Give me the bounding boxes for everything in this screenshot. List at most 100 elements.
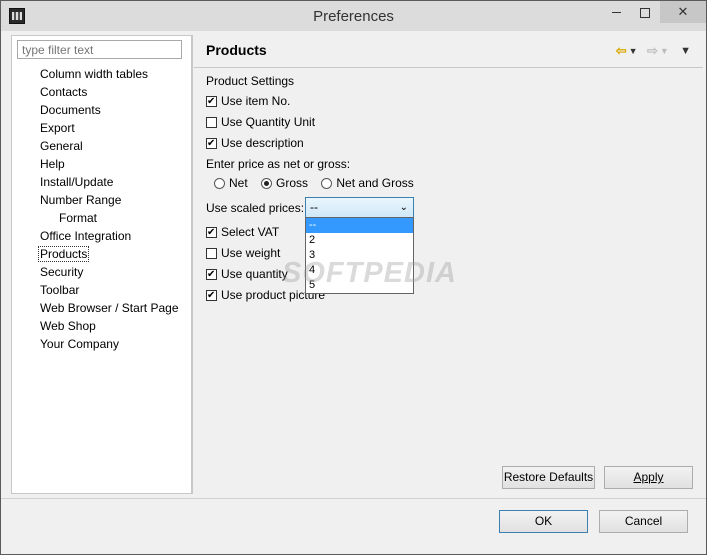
- use-quantity-unit-checkbox[interactable]: Use Quantity Unit: [206, 114, 315, 130]
- checkbox-box[interactable]: [206, 288, 217, 304]
- radio-label: Net: [229, 176, 248, 190]
- filter-input[interactable]: [17, 40, 182, 59]
- back-menu-chevron-icon[interactable]: ▼: [629, 46, 638, 56]
- net-radio[interactable]: Net: [214, 176, 248, 190]
- tree-item-contacts[interactable]: Contacts: [12, 83, 192, 101]
- preferences-tree: Column width tables Contacts Documents E…: [12, 65, 192, 353]
- use-description-checkbox[interactable]: Use description: [206, 135, 304, 152]
- checkbox-box[interactable]: [206, 136, 217, 152]
- footer-separator: [1, 498, 706, 499]
- select-value: --: [310, 200, 318, 214]
- tree-item-web-shop[interactable]: Web Shop: [12, 317, 192, 335]
- checkbox-label: Use Quantity Unit: [221, 115, 316, 129]
- checkbox-box[interactable]: [206, 117, 217, 128]
- tree-item-export[interactable]: Export: [12, 119, 192, 137]
- use-item-no-checkbox[interactable]: Use item No.: [206, 93, 291, 110]
- restore-defaults-button[interactable]: Restore Defaults: [502, 466, 595, 489]
- chevron-down-icon[interactable]: ▼: [680, 45, 691, 57]
- tree-item-install-update[interactable]: Install/Update: [12, 173, 192, 191]
- dropdown-option[interactable]: 3: [306, 248, 413, 263]
- close-button[interactable]: ✕: [660, 1, 706, 23]
- cancel-button[interactable]: Cancel: [599, 510, 688, 533]
- checkbox-label: Use quantity: [221, 267, 288, 281]
- title-bar: Preferences ✕: [1, 1, 706, 31]
- tree-item-label: Number Range: [40, 193, 122, 207]
- products-page: Products ⇦▼ ⇨▼ ▼ Product Settings Use it…: [194, 35, 703, 494]
- price-mode-label: Enter price as net or gross:: [206, 157, 351, 171]
- dropdown-option[interactable]: 4: [306, 263, 413, 278]
- tree-item-toolbar[interactable]: Toolbar: [12, 281, 192, 299]
- tree-item-column-width-tables[interactable]: Column width tables: [12, 65, 192, 83]
- tree-item-documents[interactable]: Documents: [12, 101, 192, 119]
- use-weight-checkbox[interactable]: Use weight: [206, 245, 280, 261]
- forward-menu-chevron-icon[interactable]: ▼: [660, 46, 669, 56]
- tree-item-label: Format: [59, 211, 98, 225]
- tree-item-label: Office Integration: [40, 229, 132, 243]
- dropdown-option[interactable]: 5: [306, 278, 413, 293]
- checkbox-label: Select VAT: [221, 225, 280, 239]
- scaled-prices-label: Use scaled prices:: [206, 201, 305, 215]
- checkbox-box[interactable]: [206, 94, 217, 110]
- chevron-down-icon: ⌄: [399, 202, 408, 213]
- ok-button[interactable]: OK: [499, 510, 588, 533]
- tree-item-label: Security: [40, 265, 84, 279]
- scaled-prices-select[interactable]: -- ⌄: [305, 197, 414, 218]
- use-quantity-checkbox[interactable]: Use quantity: [206, 266, 288, 283]
- preferences-tree-panel: Column width tables Contacts Documents E…: [11, 35, 192, 494]
- header-separator: [194, 67, 703, 68]
- arrow-left-icon[interactable]: ⇦: [616, 43, 627, 59]
- page-navigation: ⇦ ▼ ⇨ ▼ ▼: [616, 43, 691, 59]
- checkbox-box[interactable]: [206, 225, 217, 241]
- tree-item-help[interactable]: Help: [12, 155, 192, 173]
- dropdown-option[interactable]: --: [306, 218, 413, 233]
- scaled-prices-dropdown-list: -- 2 3 4 5: [305, 217, 414, 294]
- tree-item-label: Web Browser / Start Page: [40, 301, 179, 315]
- minimize-button[interactable]: [601, 1, 631, 23]
- tree-item-office-integration[interactable]: Office Integration: [12, 227, 192, 245]
- radio-circle[interactable]: [321, 178, 333, 189]
- net-and-gross-radio[interactable]: Net and Gross: [321, 176, 414, 190]
- minimize-icon: [611, 12, 621, 14]
- checkbox-label: Use weight: [221, 246, 281, 260]
- tree-item-label: Install/Update: [40, 175, 114, 189]
- tree-item-label: Your Company: [40, 337, 119, 351]
- checkbox-label: Use item No.: [221, 94, 291, 108]
- apply-button[interactable]: Apply: [604, 466, 693, 489]
- maximize-button[interactable]: [630, 1, 660, 23]
- checkbox-label: Use description: [221, 136, 304, 150]
- tree-item-security[interactable]: Security: [12, 263, 192, 281]
- arrow-right-icon[interactable]: ⇨: [647, 43, 658, 59]
- tree-item-label: Web Shop: [40, 319, 96, 333]
- tree-item-label: Column width tables: [40, 67, 149, 81]
- tree-item-label: Contacts: [40, 85, 88, 99]
- tree-item-label: Products: [38, 246, 90, 262]
- dropdown-option[interactable]: 2: [306, 233, 413, 248]
- tree-item-number-range[interactable]: Number Range: [12, 191, 192, 209]
- select-vat-checkbox[interactable]: Select VAT: [206, 224, 280, 241]
- panel-divider[interactable]: [192, 35, 193, 494]
- radio-label: Net and Gross: [336, 176, 414, 190]
- tree-item-label: General: [40, 139, 83, 153]
- tree-item-label: Documents: [40, 103, 101, 117]
- checkbox-box[interactable]: [206, 267, 217, 283]
- tree-item-label: Export: [40, 121, 75, 135]
- tree-item-your-company[interactable]: Your Company: [12, 335, 192, 353]
- maximize-icon: [640, 7, 650, 18]
- page-title: Products: [206, 42, 267, 58]
- tree-item-products[interactable]: Products: [12, 245, 192, 263]
- gross-radio[interactable]: Gross: [261, 176, 308, 190]
- checkbox-box[interactable]: [206, 248, 217, 259]
- radio-circle[interactable]: [261, 178, 273, 189]
- tree-item-web-browser[interactable]: Web Browser / Start Page: [12, 299, 192, 317]
- radio-label: Gross: [276, 176, 309, 190]
- tree-item-format[interactable]: Format: [12, 209, 192, 227]
- tree-item-label: Help: [40, 157, 65, 171]
- product-settings-label: Product Settings: [206, 74, 295, 88]
- close-icon: ✕: [677, 4, 689, 19]
- tree-item-label: Toolbar: [40, 283, 80, 297]
- radio-circle[interactable]: [214, 178, 225, 189]
- tree-item-general[interactable]: General: [12, 137, 192, 155]
- price-mode-radio-group: Net Gross Net and Gross: [214, 176, 424, 190]
- apply-label: Apply: [633, 470, 664, 484]
- preferences-window: Preferences ✕ Column width tables Contac…: [0, 0, 707, 555]
